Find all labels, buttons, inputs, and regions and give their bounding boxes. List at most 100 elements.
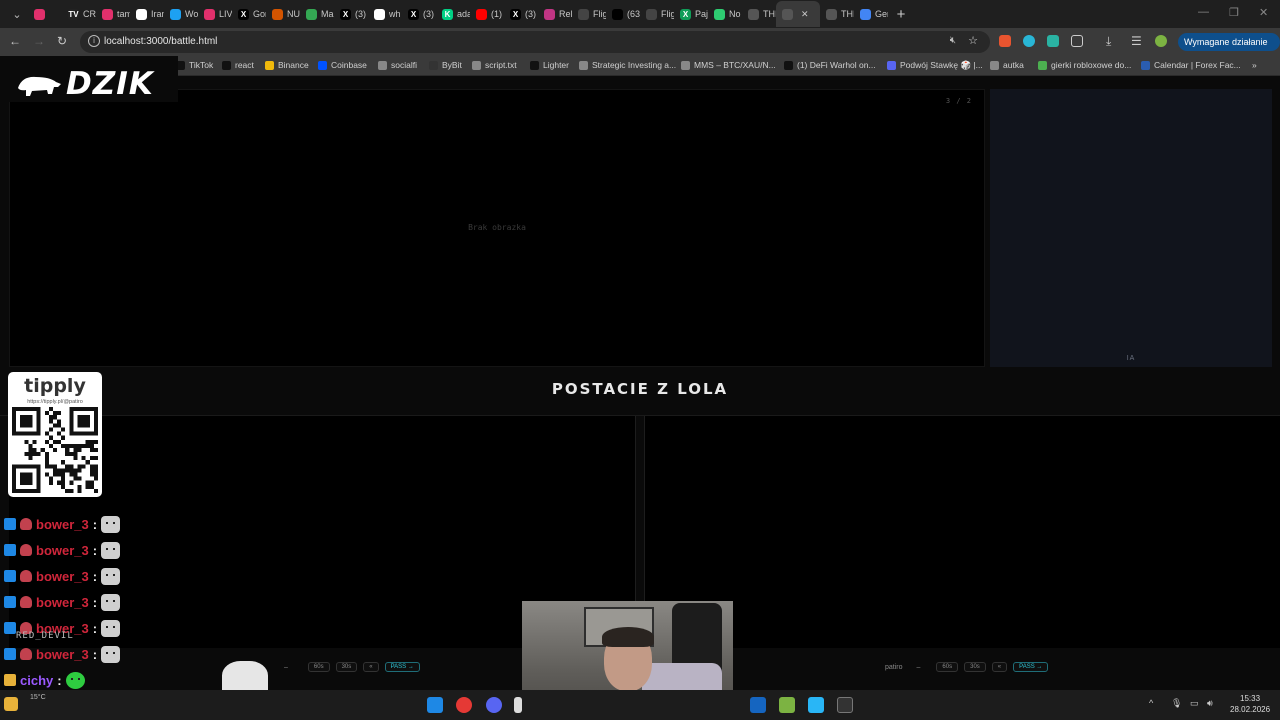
new-tab-button[interactable]: + [888,6,914,23]
pass-button-right[interactable]: PASS → [1013,662,1049,672]
game-icon[interactable] [779,697,795,713]
pass-button-left[interactable]: PASS → [384,662,420,672]
notepad-icon[interactable] [808,697,824,713]
tab-favicon-icon: K [442,8,453,20]
close-tab-icon[interactable]: ✕ [801,9,809,20]
tab-label: THI [763,9,776,19]
browser-tab[interactable]: wh [368,1,402,27]
extension-teal-icon[interactable] [1047,35,1059,47]
network-icon[interactable]: ▭ [1190,698,1199,709]
timer-60-button-left[interactable]: 60s [307,662,330,672]
bookmark-item[interactable]: Calendar | Forex Fac... [1141,60,1241,70]
app-icon[interactable] [514,697,522,713]
minimize-icon[interactable]: — [1198,6,1209,18]
browser-tab[interactable]: Kada [436,1,470,27]
browser-tab[interactable]: ✕ [776,1,820,27]
browser-tab[interactable]: X Paj [674,1,708,27]
timer-30-button-right[interactable]: 30s [964,662,986,672]
bookmark-star-icon[interactable]: ☆ [968,34,978,47]
extension-blue-icon[interactable] [1023,35,1035,47]
profile-avatar[interactable] [1155,35,1167,47]
browser-tab[interactable]: Wo [164,1,198,27]
volume-icon[interactable]: 🔊︎ [1207,698,1213,709]
browser-tab[interactable]: M Iran [130,1,164,27]
download-icon[interactable]: ⤓ [1106,34,1111,49]
webcam-person-hair [602,627,654,647]
chrome-icon[interactable] [456,697,472,713]
forward-arrow-icon[interactable]: → [33,34,45,48]
terminal-icon[interactable] [837,697,853,713]
bookmark-item[interactable]: react [222,60,254,70]
tabs-container: TVCRItamMIranWoLIVEXGorNUMaX(3)whX(3)Kad… [28,1,888,27]
browser-tab[interactable]: No [708,1,742,27]
bookmark-item[interactable]: Strategic Investing a... [579,60,676,70]
back-button-right[interactable]: « [991,662,1008,672]
bookmark-item[interactable]: ByBit [429,60,462,70]
back-button-left[interactable]: « [363,662,379,672]
browser-tab[interactable] [28,1,62,27]
address-bar[interactable]: i localhost:3000/battle.html 🔇︎ ☆ [80,31,990,53]
bookmark-item[interactable]: Podwój Stawkę 🎲 |... [887,60,983,71]
browser-tab[interactable]: NU [266,1,300,27]
browser-tab[interactable]: (63 [606,1,640,27]
browser-tab[interactable]: Rel [538,1,572,27]
bookmark-item[interactable]: TikTok [176,60,213,70]
action-required-button[interactable]: Wymagane działanie ⋮ [1178,33,1280,65]
browser-tab[interactable]: Ma [300,1,334,27]
bookmark-item[interactable]: (1) DeFi Warhol on... [784,60,876,70]
browser-tab[interactable]: TV CRI [62,1,96,27]
discord-icon[interactable] [486,697,502,713]
bookmark-item[interactable]: Lighter [530,60,569,70]
timer-30-button-left[interactable]: 30s [335,662,358,672]
browser-tab[interactable]: LIVE [198,1,232,27]
bookmark-item[interactable]: Coinbase [318,60,367,70]
browser-tab[interactable]: tam [96,1,130,27]
no-sound-icon[interactable]: 🔇︎ [950,35,956,46]
browser-tab[interactable]: X (3) [402,1,436,27]
player-panel-right [644,416,1280,648]
vscode-icon[interactable] [750,697,766,713]
bookmark-item[interactable]: script.txt [472,60,517,70]
tray-clock[interactable]: 15:33 28.02.2026 [1230,693,1270,715]
bookmark-item[interactable]: MMS – BTC/XAU/N... [681,60,776,70]
chat-separator: : [92,646,98,662]
brand-logo: DZIK [66,66,154,102]
tray-chevron-icon[interactable]: ^ [1149,698,1153,708]
extensions-puzzle-icon[interactable] [1071,35,1083,47]
qr-code-icon [12,407,98,493]
url-text[interactable]: localhost:3000/battle.html [104,36,217,47]
back-arrow-icon[interactable]: ← [9,34,21,48]
browser-tab[interactable]: Ger [854,1,888,27]
more-bookmarks-button[interactable]: » [1252,60,1257,70]
browser-tab[interactable]: THI [820,1,854,27]
windows-start-icon[interactable] [427,697,443,713]
hood-badge-icon [20,544,32,556]
timer-60-button-right[interactable]: 60s [936,662,959,672]
bookmark-item[interactable]: Binance [265,60,309,70]
tab-search-icon[interactable]: ☰ [1131,34,1142,48]
close-window-icon[interactable]: ✕ [1259,6,1268,19]
bookmark-label: ByBit [442,60,462,70]
bookmark-label: (1) DeFi Warhol on... [797,60,876,70]
chat-emote-icon [101,645,121,663]
maximize-icon[interactable]: ❐ [1229,6,1239,19]
extension-fox-icon[interactable] [999,35,1011,47]
browser-tab[interactable]: X (3) [504,1,538,27]
browser-tab[interactable]: Flig [572,1,606,27]
browser-tab[interactable]: THI [742,1,776,27]
browser-tab[interactable]: X Gor [232,1,266,27]
tab-label: LIVE [219,9,232,19]
site-info-icon[interactable]: i [88,35,100,47]
tab-search-chevron-icon[interactable]: ⌄ [6,3,28,25]
bookmark-item[interactable]: gierki robloxowe do... [1038,60,1131,70]
browser-tab[interactable]: (1) [470,1,504,27]
bookmark-item[interactable]: autka [990,60,1024,70]
browser-tab[interactable]: X (3) [334,1,368,27]
browser-tab[interactable]: Flig [640,1,674,27]
weather-icon[interactable] [4,697,18,711]
reload-icon[interactable]: ↻ [57,34,67,48]
bookmark-item[interactable]: socialfi [378,60,417,70]
microphone-icon[interactable]: 🎙︎ [1171,698,1182,709]
tab-label: Ma [321,9,334,19]
taskbar [0,690,1280,720]
